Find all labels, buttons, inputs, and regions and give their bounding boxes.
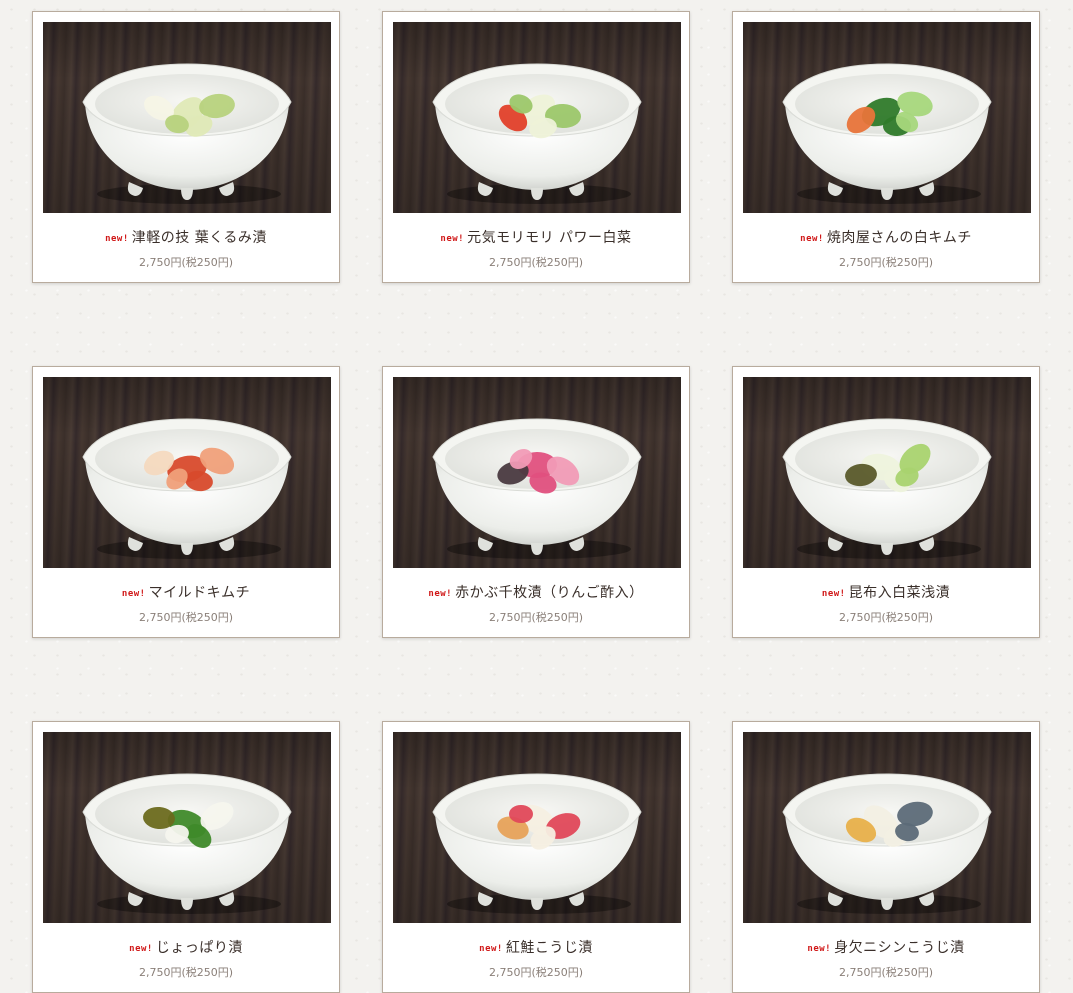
new-badge: new!: [800, 234, 824, 244]
new-badge: new!: [821, 589, 846, 599]
product-price: 2,750円(税250円): [488, 966, 584, 979]
red-turnip-bowl-image: [432, 418, 642, 559]
cabbage-pickle-bowl-image: [82, 63, 292, 204]
product-title[interactable]: new! 津軽の技 葉くるみ漬: [33, 227, 339, 247]
napa-cabbage-bowl-image: [432, 63, 642, 204]
new-badge: new!: [479, 944, 503, 954]
product-name[interactable]: じょっぱり漬: [156, 940, 243, 956]
product-price: 2,750円(税250円): [488, 256, 584, 269]
product-title[interactable]: new! 身欠ニシンこうじ漬: [733, 937, 1039, 957]
product-name[interactable]: 赤かぶ千枚漬（りんご酢入）: [455, 585, 644, 601]
new-badge: new!: [121, 589, 146, 599]
product-card[interactable]: new! マイルドキムチ 2,750円(税250円): [32, 366, 340, 638]
new-badge: new!: [105, 234, 129, 244]
herring-koji-bowl-image: [782, 773, 992, 914]
product-title[interactable]: new! 赤かぶ千枚漬（りんご酢入）: [383, 582, 689, 602]
product-title[interactable]: new! マイルドキムチ: [33, 582, 339, 602]
product-price: 2,750円(税250円): [838, 966, 934, 979]
product-photo[interactable]: [43, 22, 331, 213]
new-badge: new!: [440, 234, 465, 244]
product-photo[interactable]: [393, 22, 681, 213]
new-badge: new!: [129, 944, 153, 954]
product-photo[interactable]: [43, 732, 331, 923]
cucumber-kimchi-bowl-image: [782, 63, 992, 204]
product-name[interactable]: 紅鮭こうじ漬: [506, 940, 593, 956]
product-card[interactable]: new! 津軽の技 葉くるみ漬 2,750円(税250円): [32, 11, 340, 283]
product-name[interactable]: 焼肉屋さんの白キムチ: [827, 230, 972, 246]
product-name[interactable]: 身欠ニシンこうじ漬: [834, 940, 965, 956]
product-name[interactable]: マイルドキムチ: [149, 585, 251, 601]
product-grid: new! 津軽の技 葉くるみ漬 2,750円(税250円) new! 元気モリモリ パ…: [0, 0, 1073, 993]
product-photo[interactable]: [743, 22, 1031, 213]
product-photo[interactable]: [43, 377, 331, 568]
product-photo[interactable]: [393, 377, 681, 568]
product-title[interactable]: new! 元気モリモリ パワー白菜: [383, 227, 689, 247]
product-price: 2,750円(税250円): [138, 611, 234, 624]
product-card[interactable]: new! 昆布入白菜浅漬 2,750円(税250円): [732, 366, 1040, 638]
product-card[interactable]: new! 赤かぶ千枚漬（りんご酢入） 2,750円(税250円): [382, 366, 690, 638]
product-photo[interactable]: [743, 377, 1031, 568]
new-badge: new!: [807, 944, 832, 954]
product-title[interactable]: new! 焼肉屋さんの白キムチ: [733, 227, 1039, 247]
product-card[interactable]: new! 身欠ニシンこうじ漬 2,750円(税250円): [732, 721, 1040, 993]
product-price: 2,750円(税250円): [838, 256, 934, 269]
product-name[interactable]: 元気モリモリ パワー白菜: [467, 230, 631, 246]
product-card[interactable]: new! 元気モリモリ パワー白菜 2,750円(税250円): [382, 11, 690, 283]
product-title[interactable]: new! じょっぱり漬: [33, 937, 339, 957]
kimchi-bowl-image: [82, 418, 292, 559]
product-price: 2,750円(税250円): [138, 256, 234, 269]
product-price: 2,750円(税250円): [138, 966, 234, 979]
product-name[interactable]: 津軽の技 葉くるみ漬: [132, 230, 267, 246]
product-title[interactable]: new! 昆布入白菜浅漬: [733, 582, 1039, 602]
salmon-koji-bowl-image: [432, 773, 642, 914]
product-card[interactable]: new! 紅鮭こうじ漬 2,750円(税250円): [382, 721, 690, 993]
napa-kombu-bowl-image: [782, 418, 992, 559]
product-name[interactable]: 昆布入白菜浅漬: [849, 585, 951, 601]
product-photo[interactable]: [743, 732, 1031, 923]
product-price: 2,750円(税250円): [838, 611, 934, 624]
product-card[interactable]: new! 焼肉屋さんの白キムチ 2,750円(税250円): [732, 11, 1040, 283]
product-card[interactable]: new! じょっぱり漬 2,750円(税250円): [32, 721, 340, 993]
product-title[interactable]: new! 紅鮭こうじ漬: [383, 937, 689, 957]
new-badge: new!: [428, 589, 453, 599]
product-price: 2,750円(税250円): [488, 611, 584, 624]
product-photo[interactable]: [393, 732, 681, 923]
mixed-pickle-bowl-image: [82, 773, 292, 914]
